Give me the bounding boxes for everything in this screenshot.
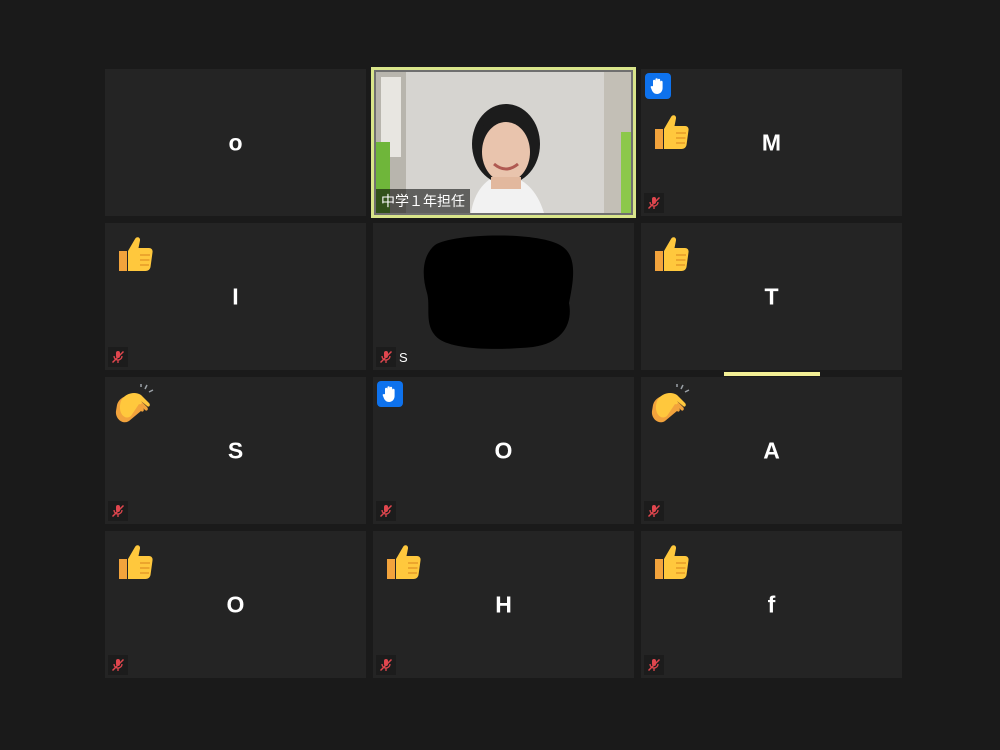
participant-name-label: S bbox=[399, 350, 408, 365]
clapping-hands-icon bbox=[115, 384, 154, 423]
thumbs-up-icon bbox=[387, 545, 421, 579]
participant-tile[interactable]: f bbox=[641, 531, 902, 678]
raised-hand-icon bbox=[377, 381, 403, 407]
microphone-muted-icon bbox=[644, 655, 664, 675]
participant-tile[interactable]: M bbox=[641, 69, 902, 216]
thumbs-up-icon bbox=[119, 237, 153, 271]
participant-name: o bbox=[228, 129, 243, 155]
participant-tile[interactable]: H bbox=[373, 531, 634, 678]
participant-tile[interactable]: O bbox=[105, 531, 366, 678]
clapping-hands-icon bbox=[651, 384, 690, 423]
participant-name: A bbox=[763, 437, 780, 463]
microphone-muted-icon bbox=[108, 347, 128, 367]
participant-name: O bbox=[494, 437, 513, 463]
microphone-muted-icon bbox=[108, 501, 128, 521]
participant-name: f bbox=[767, 591, 776, 617]
participant-tile[interactable]: o bbox=[105, 69, 366, 216]
microphone-muted-icon bbox=[108, 655, 128, 675]
microphone-muted-icon bbox=[644, 501, 664, 521]
participant-tile[interactable]: S bbox=[373, 223, 634, 370]
thumbs-up-icon bbox=[119, 545, 153, 579]
participant-name: H bbox=[495, 591, 512, 617]
participant-name: I bbox=[232, 283, 239, 309]
participant-tile[interactable]: A bbox=[641, 377, 902, 524]
participant-name: O bbox=[226, 591, 245, 617]
participant-tile[interactable]: I bbox=[105, 223, 366, 370]
redacted-avatar bbox=[423, 235, 574, 349]
video-gallery: o 中学１年担任 M I S T S O A O H f bbox=[105, 67, 902, 678]
microphone-muted-icon bbox=[376, 347, 396, 367]
participant-name-label: 中学１年担任 bbox=[376, 189, 470, 213]
participant-name: M bbox=[761, 129, 782, 155]
microphone-muted-icon bbox=[644, 193, 664, 213]
participant-tile-active-speaker[interactable]: 中学１年担任 bbox=[371, 67, 636, 218]
microphone-muted-icon bbox=[376, 655, 396, 675]
thumbs-up-icon bbox=[655, 545, 689, 579]
participant-name: T bbox=[764, 283, 779, 309]
active-speaker-indicator bbox=[724, 372, 820, 376]
participant-tile[interactable]: O bbox=[373, 377, 634, 524]
thumbs-up-icon bbox=[655, 237, 689, 271]
participant-name: S bbox=[227, 437, 244, 463]
participant-tile[interactable]: T bbox=[641, 223, 902, 376]
participant-tile[interactable]: S bbox=[105, 377, 366, 524]
raised-hand-icon bbox=[645, 73, 671, 99]
microphone-muted-icon bbox=[376, 501, 396, 521]
